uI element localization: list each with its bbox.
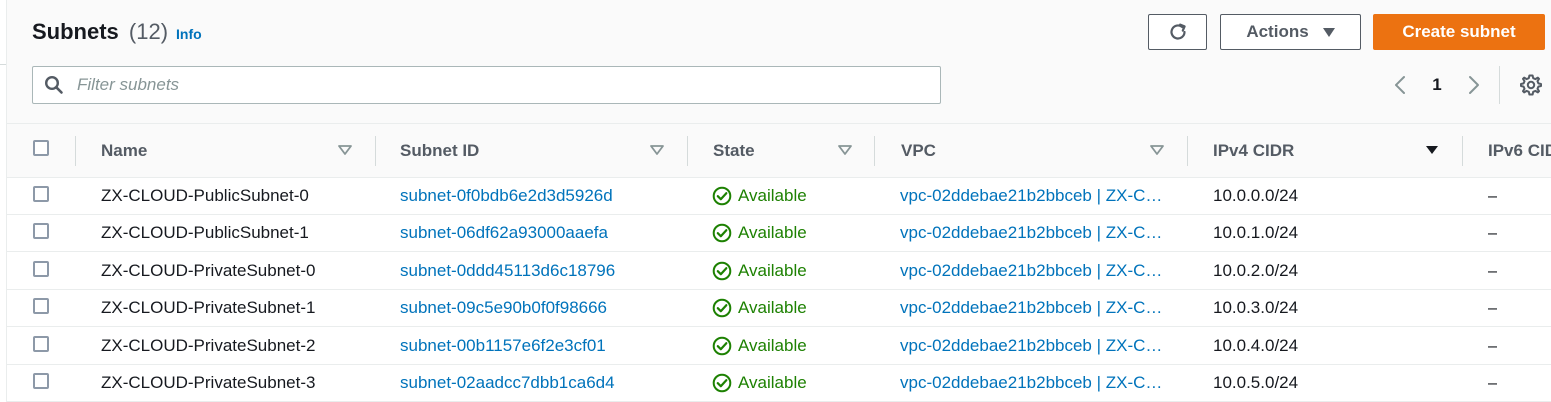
- subnet-count: (12): [128, 19, 169, 44]
- ipv6-cidr: –: [1488, 335, 1498, 355]
- ipv4-cidr: 10.0.4.0/24: [1213, 335, 1299, 355]
- caret-down-icon: [1322, 27, 1335, 37]
- subnet-id-link[interactable]: subnet-0ddd45113d6c18796: [400, 252, 615, 289]
- row-checkbox[interactable]: [33, 186, 49, 202]
- vpc-link[interactable]: vpc-02ddebae21b2bbceb | ZX-CLOUD: [900, 364, 1164, 401]
- row-checkbox[interactable]: [33, 373, 49, 389]
- page-title-text: Subnets: [32, 19, 119, 44]
- state-text: Available: [738, 185, 807, 205]
- subnet-state: Available: [712, 289, 807, 326]
- vpc-link[interactable]: vpc-02ddebae21b2bbceb | ZX-CLOUD: [900, 289, 1164, 326]
- subnet-name: ZX-CLOUD-PrivateSubnet-3: [101, 372, 316, 392]
- row-checkbox[interactable]: [33, 261, 49, 277]
- vpc-link[interactable]: vpc-02ddebae21b2bbceb | ZX-CLOUD: [900, 177, 1164, 214]
- column-header-subnet-id[interactable]: Subnet ID: [400, 124, 479, 177]
- ipv6-cidr: –: [1488, 185, 1498, 205]
- row-checkbox[interactable]: [33, 298, 49, 314]
- column-header-vpc[interactable]: VPC: [901, 124, 936, 177]
- refresh-button[interactable]: [1148, 14, 1207, 50]
- subnet-name: ZX-CLOUD-PrivateSubnet-1: [101, 297, 316, 317]
- status-positive-icon: [712, 261, 732, 280]
- subnet-state: Available: [712, 364, 807, 401]
- status-positive-icon: [712, 223, 732, 242]
- subnet-state: Available: [712, 177, 807, 214]
- info-link[interactable]: Info: [176, 26, 202, 42]
- sort-caret-icon[interactable]: [837, 142, 853, 158]
- current-page[interactable]: 1: [1429, 74, 1445, 96]
- subnet-name: ZX-CLOUD-PublicSubnet-1: [101, 222, 309, 242]
- subnet-id-link[interactable]: subnet-09c5e90b0f0f98666: [400, 289, 607, 326]
- subnet-id-link[interactable]: subnet-00b1157e6f2e3cf01: [400, 327, 606, 364]
- subnet-id-link[interactable]: subnet-06df62a93000aaefa: [400, 214, 608, 251]
- table-row[interactable]: ZX-CLOUD-PublicSubnet-1 subnet-06df62a93…: [7, 214, 1551, 252]
- page-title: Subnets (12): [32, 18, 168, 46]
- status-positive-icon: [712, 373, 732, 392]
- search-icon: [43, 74, 65, 96]
- table-row[interactable]: ZX-CLOUD-PrivateSubnet-3 subnet-02aadcc7…: [7, 364, 1551, 402]
- actions-dropdown[interactable]: Actions: [1220, 14, 1361, 50]
- column-header-state[interactable]: State: [713, 124, 755, 177]
- column-header-ipv6-cidr[interactable]: IPv6 CIDR: [1488, 124, 1551, 177]
- pagination-divider: [1499, 66, 1500, 104]
- column-divider: [874, 136, 875, 166]
- state-text: Available: [738, 222, 807, 242]
- table-row[interactable]: ZX-CLOUD-PrivateSubnet-1 subnet-09c5e90b…: [7, 289, 1551, 327]
- state-text: Available: [738, 372, 807, 392]
- vpc-link[interactable]: vpc-02ddebae21b2bbceb | ZX-CLOUD: [900, 252, 1164, 289]
- filter-search: [32, 66, 941, 104]
- select-all-checkbox[interactable]: [33, 140, 49, 156]
- row-checkbox[interactable]: [33, 336, 49, 352]
- subnet-state: Available: [712, 214, 807, 251]
- vpc-link[interactable]: vpc-02ddebae21b2bbceb | ZX-CLOUD: [900, 327, 1164, 364]
- state-text: Available: [738, 335, 807, 355]
- state-text: Available: [738, 297, 807, 317]
- gear-icon[interactable]: [1519, 73, 1543, 97]
- subnet-state: Available: [712, 327, 807, 364]
- subnets-panel: Subnets (12) Info Actions Create subnet …: [6, 0, 1551, 402]
- column-divider: [1187, 136, 1188, 166]
- subnet-name: ZX-CLOUD-PrivateSubnet-2: [101, 335, 316, 355]
- column-divider: [1462, 136, 1463, 166]
- ipv4-cidr: 10.0.3.0/24: [1213, 297, 1299, 317]
- column-divider: [687, 136, 688, 166]
- sort-caret-icon[interactable]: [1149, 142, 1165, 158]
- chevron-right-icon[interactable]: [1462, 74, 1484, 96]
- ipv6-cidr: –: [1488, 297, 1498, 317]
- sort-caret-icon[interactable]: [337, 142, 353, 158]
- sort-active-caret-icon[interactable]: [1424, 142, 1440, 158]
- filter-subnets-input[interactable]: [75, 74, 940, 96]
- chevron-left-icon[interactable]: [1390, 74, 1412, 96]
- vpc-link[interactable]: vpc-02ddebae21b2bbceb | ZX-CLOUD: [900, 214, 1164, 251]
- status-positive-icon: [712, 336, 732, 355]
- status-positive-icon: [712, 298, 732, 317]
- column-header-name[interactable]: Name: [101, 124, 147, 177]
- ipv4-cidr: 10.0.0.0/24: [1213, 185, 1299, 205]
- ipv6-cidr: –: [1488, 372, 1498, 392]
- ipv6-cidr: –: [1488, 260, 1498, 280]
- sort-caret-icon[interactable]: [649, 142, 665, 158]
- table-row[interactable]: ZX-CLOUD-PrivateSubnet-2 subnet-00b1157e…: [7, 327, 1551, 365]
- status-positive-icon: [712, 186, 732, 205]
- subnet-id-link[interactable]: subnet-02aadcc7dbb1ca6d4: [400, 364, 615, 401]
- table-row[interactable]: ZX-CLOUD-PrivateSubnet-0 subnet-0ddd4511…: [7, 252, 1551, 290]
- column-divider: [75, 136, 76, 166]
- ipv6-cidr: –: [1488, 222, 1498, 242]
- subnet-name: ZX-CLOUD-PrivateSubnet-0: [101, 260, 316, 280]
- ipv4-cidr: 10.0.2.0/24: [1213, 260, 1299, 280]
- ipv4-cidr: 10.0.1.0/24: [1213, 222, 1299, 242]
- column-header-ipv4-cidr[interactable]: IPv4 CIDR: [1213, 124, 1294, 177]
- table-header: Name Subnet ID State VPC IPv4 CIDR IPv6 …: [7, 124, 1551, 178]
- row-checkbox[interactable]: [33, 223, 49, 239]
- actions-label: Actions: [1246, 22, 1309, 41]
- subnet-name: ZX-CLOUD-PublicSubnet-0: [101, 185, 309, 205]
- subnet-id-link[interactable]: subnet-0f0bdb6e2d3d5926d: [400, 177, 613, 214]
- refresh-icon: [1169, 23, 1186, 40]
- create-subnet-button[interactable]: Create subnet: [1373, 14, 1545, 50]
- column-divider: [375, 136, 376, 166]
- ipv4-cidr: 10.0.5.0/24: [1213, 372, 1299, 392]
- state-text: Available: [738, 260, 807, 280]
- table-row[interactable]: ZX-CLOUD-PublicSubnet-0 subnet-0f0bdb6e2…: [7, 177, 1551, 215]
- subnet-state: Available: [712, 252, 807, 289]
